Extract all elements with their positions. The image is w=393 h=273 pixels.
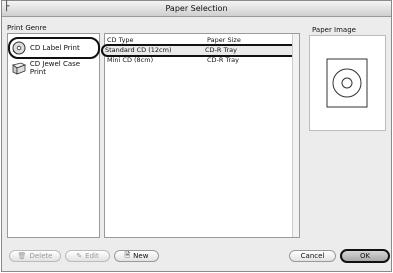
paper-image-preview [309, 35, 386, 131]
cd-type-cell: Standard CD (12cm) [105, 46, 172, 54]
trash-icon: 🗑 [17, 252, 27, 260]
edit-button-label: Edit [85, 252, 99, 260]
new-button-label: New [133, 252, 149, 260]
title-bar: ├ Paper Selection [2, 1, 391, 17]
genre-item-cd-label-print[interactable]: CD Label Print [8, 37, 100, 59]
genre-item-label: CD Jewel Case Print [29, 60, 81, 76]
cd-icon [10, 40, 28, 56]
column-header-cd-type[interactable]: CD Type [107, 36, 134, 44]
genre-item-label: CD Label Print [30, 44, 80, 52]
column-header-paper-size[interactable]: Paper Size [207, 36, 241, 44]
paper-image-label: Paper Image [312, 26, 356, 34]
delete-button[interactable]: 🗑 Delete [9, 250, 61, 262]
print-genre-list: CD Label Print CD Jewel Case Print [7, 33, 100, 238]
edit-icon: ✎ [76, 252, 83, 260]
scrollbar[interactable] [292, 34, 299, 237]
paper-selection-dialog: ├ Paper Selection Print Genre Paper Imag… [1, 0, 392, 272]
new-button[interactable]: 🗎 New [114, 250, 159, 262]
edit-button[interactable]: ✎ Edit [65, 250, 110, 262]
print-genre-label: Print Genre [7, 24, 47, 32]
cancel-button-label: Cancel [300, 252, 325, 260]
table-row[interactable]: Mini CD (8cm) CD-R Tray [105, 56, 299, 65]
paper-size-cell: CD-R Tray [205, 46, 237, 54]
window-title: Paper Selection [165, 4, 228, 13]
paper-size-cell: CD-R Tray [207, 56, 239, 64]
window-corner-mark: ├ [4, 2, 10, 12]
delete-button-label: Delete [29, 252, 53, 260]
table-row[interactable]: Standard CD (12cm) CD-R Tray [101, 44, 299, 57]
new-document-icon: 🗎 [124, 250, 131, 259]
genre-item-cd-jewel-case-print[interactable]: CD Jewel Case Print [10, 59, 98, 77]
paper-list: CD Type Paper Size Standard CD (12cm) CD… [101, 33, 300, 238]
paper-list-header: CD Type Paper Size [105, 36, 299, 46]
cd-type-cell: Mini CD (8cm) [107, 56, 154, 64]
jewel-case-icon [10, 60, 28, 76]
ok-button[interactable]: OK [340, 249, 390, 263]
cancel-button[interactable]: Cancel [289, 250, 336, 262]
ok-button-label: OK [359, 252, 371, 260]
cd-preview-image [326, 58, 368, 108]
